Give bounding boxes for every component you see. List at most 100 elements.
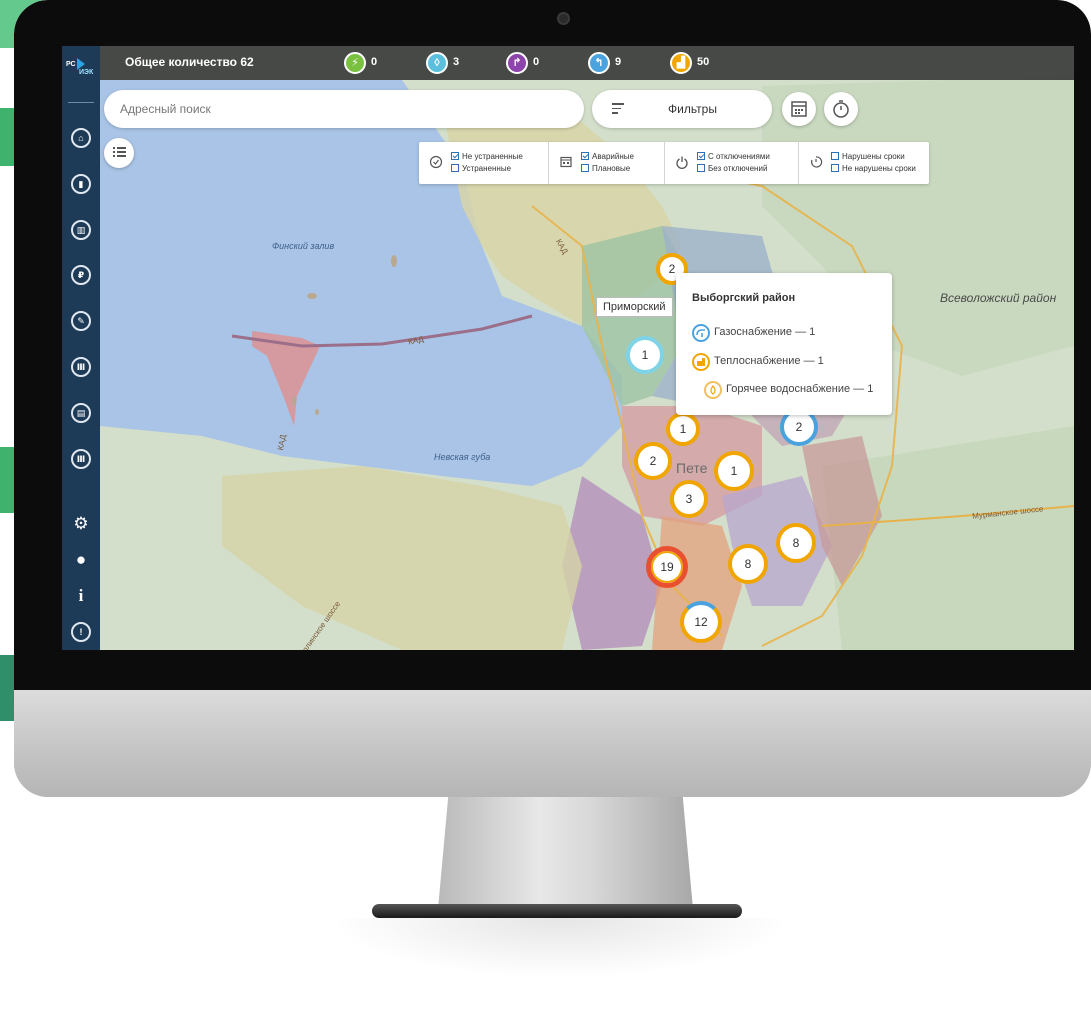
check-circle-icon — [429, 155, 443, 169]
ruble-icon[interactable]: ₽ — [71, 265, 91, 285]
sidebar: РС ИЭК ⌂ ▮ ▥ ₽ ✎ Ⅲ ▤ Ⅲ ⚙ ● i ! — [62, 46, 100, 650]
option-label: Устраненные — [462, 164, 512, 173]
cluster-marker[interactable]: 8 — [776, 523, 816, 563]
stopwatch-icon — [833, 100, 849, 118]
company-logo: РС ИЭК — [65, 52, 97, 80]
counter-value: 50 — [697, 56, 710, 68]
map-label-nevskaya: Невская губа — [434, 452, 491, 462]
heating-icon — [692, 353, 710, 371]
option-label: Аварийные — [592, 152, 634, 161]
info-icon[interactable]: i — [70, 586, 92, 606]
power-icon — [676, 156, 688, 169]
filter-icon — [612, 103, 624, 117]
filter-group-type: Аварийные Плановые — [549, 142, 665, 184]
map-pin-icon[interactable]: ⌂ — [71, 128, 91, 148]
counter-value: 3 — [453, 56, 460, 68]
map[interactable] — [62, 46, 1074, 650]
filter-option[interactable]: С отключениями — [697, 151, 770, 162]
filter-group-status: Не устраненные Устраненные — [419, 142, 549, 184]
address-search[interactable] — [104, 90, 584, 128]
counter-value: 0 — [371, 56, 378, 68]
heating-icon: ▟ — [670, 52, 692, 74]
district-popup: Выборгский район Газоснабжение — 1 Тепло… — [676, 273, 892, 415]
monitor-stand — [438, 797, 693, 909]
counter-value: 9 — [615, 56, 622, 68]
checkbox[interactable] — [831, 164, 839, 172]
checkbox[interactable] — [831, 152, 839, 160]
calendar-icon — [560, 156, 572, 168]
cluster-marker[interactable]: 1 — [626, 336, 664, 374]
filters-label: Фильтры — [668, 102, 717, 116]
checkbox[interactable] — [581, 152, 589, 160]
sidebar-divider — [68, 102, 94, 103]
search-input[interactable] — [120, 99, 560, 119]
option-label: Без отключений — [708, 164, 768, 173]
filter-option[interactable]: Не нарушены сроки — [831, 163, 916, 174]
timer-icon — [811, 156, 823, 168]
hot-water-icon — [704, 381, 722, 399]
checkbox[interactable] — [697, 152, 705, 160]
cluster-marker[interactable]: 8 — [728, 544, 768, 584]
camera — [557, 12, 570, 25]
cluster-marker[interactable]: 19 — [646, 546, 688, 588]
cluster-marker[interactable]: 12 — [680, 601, 722, 643]
building-icon[interactable]: ▥ — [71, 220, 91, 240]
power-icon[interactable]: ! — [71, 622, 91, 642]
calendar-icon — [791, 101, 807, 117]
gas-icon: ↰ — [588, 52, 610, 74]
meter-icon[interactable]: Ⅲ — [71, 357, 91, 377]
filter-panel: Не устраненные Устраненные Аварийные Пла… — [419, 142, 929, 184]
option-label: Не устраненные — [462, 152, 523, 161]
option-label: С отключениями — [708, 152, 770, 161]
map-label-finsky: Финский залив — [272, 241, 335, 251]
logo-text-bottom: ИЭК — [79, 69, 94, 76]
cluster-marker[interactable]: 2 — [634, 442, 672, 480]
timer-button[interactable] — [824, 92, 858, 126]
list-view-button[interactable] — [104, 138, 134, 168]
popup-row-hot-water: Горячее водоснабжение — 1 — [726, 383, 874, 395]
option-label: Нарушены сроки — [842, 152, 905, 161]
calendar-button[interactable] — [782, 92, 816, 126]
popup-title: Выборгский район — [692, 292, 796, 304]
monitor-base — [372, 904, 742, 918]
lightning-icon: ⚡ — [344, 52, 366, 74]
gear-icon[interactable]: ⚙ — [70, 514, 92, 534]
logo-text-top: РС — [66, 61, 76, 68]
checkbox[interactable] — [581, 164, 589, 172]
filter-option[interactable]: Без отключений — [697, 163, 767, 174]
app-screen: Финский залив Невская губа Всеволожский … — [62, 46, 1074, 650]
option-label: Не нарушены сроки — [842, 164, 916, 173]
checkbox[interactable] — [451, 152, 459, 160]
checkbox[interactable] — [451, 164, 459, 172]
map-label-city: Пете — [676, 460, 708, 476]
counter-value: 0 — [533, 56, 540, 68]
gas-icon — [692, 324, 710, 342]
monitor-chin — [14, 690, 1091, 797]
list-icon — [113, 147, 126, 157]
filter-group-shutdown: С отключениями Без отключений — [665, 142, 799, 184]
user-icon[interactable]: ● — [70, 550, 92, 570]
map-label-vsevolozhsky: Всеволожский район — [940, 291, 1057, 305]
total-count: Общее количество 62 — [125, 55, 254, 69]
tools-icon[interactable]: ✎ — [71, 311, 91, 331]
filter-option[interactable]: Плановые — [581, 163, 630, 174]
district-tooltip: Приморский — [596, 297, 673, 317]
filter-option[interactable]: Устраненные — [451, 163, 511, 174]
popup-row-heating: Теплоснабжение — 1 — [714, 355, 824, 367]
filters-button[interactable]: Фильтры — [592, 90, 772, 128]
cluster-marker[interactable]: 3 — [670, 480, 708, 518]
document-icon[interactable]: ▮ — [71, 174, 91, 194]
checkbox[interactable] — [697, 164, 705, 172]
top-bar: Общее количество 62 ⚡ 0 ◊ 3 ↱ 0 ↰ 9 ▟ 50 — [100, 46, 1074, 80]
report-icon[interactable]: ▤ — [71, 403, 91, 423]
meter-icon[interactable]: Ⅲ — [71, 449, 91, 469]
cluster-marker[interactable]: 1 — [666, 412, 700, 446]
popup-row-gas: Газоснабжение — 1 — [714, 326, 816, 338]
filter-option[interactable]: Не устраненные — [451, 151, 523, 162]
filter-group-deadline: Нарушены сроки Не нарушены сроки — [799, 142, 929, 184]
cluster-marker[interactable]: 1 — [714, 451, 754, 491]
water-drop-icon: ◊ — [426, 52, 448, 74]
option-label: Плановые — [592, 164, 631, 173]
filter-option[interactable]: Нарушены сроки — [831, 151, 905, 162]
filter-option[interactable]: Аварийные — [581, 151, 634, 162]
